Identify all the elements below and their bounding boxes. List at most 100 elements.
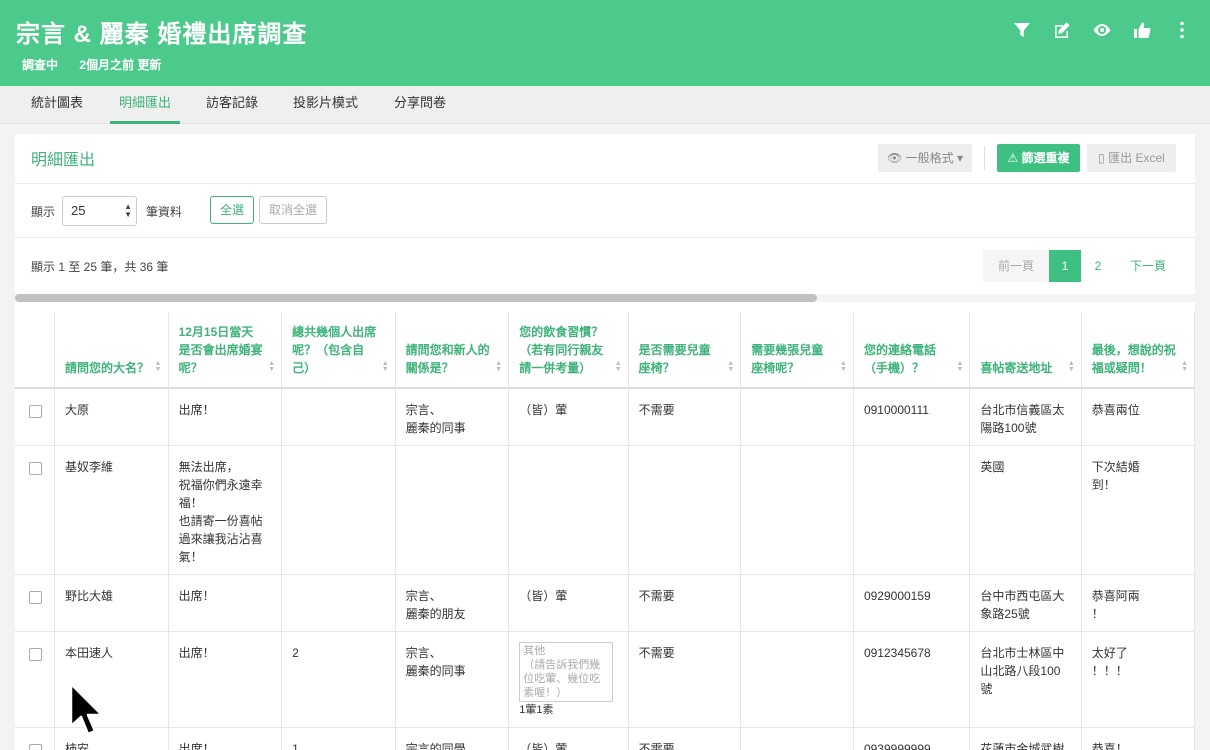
table-cell	[740, 388, 854, 446]
column-header[interactable]: 最後，想說的祝福或疑問！ ▲ ▼	[1081, 312, 1195, 389]
row-checkbox[interactable]	[29, 461, 42, 475]
tab-visitor-log[interactable]: 訪客記錄	[206, 86, 258, 124]
page-size-value: 25	[71, 203, 86, 218]
next-page-button[interactable]: 下一頁	[1115, 250, 1181, 282]
cell-text: 宗言、 麗秦的同事	[405, 403, 466, 435]
cell-text: 柿安	[65, 741, 90, 750]
tab-detail-export[interactable]: 明細匯出	[110, 86, 181, 124]
select-arrows-icon: ▲ ▼	[124, 202, 132, 219]
column-header[interactable]: 總共幾個人出席呢？（包含自己） ▲ ▼	[281, 312, 396, 389]
column-header[interactable]: 是否需要兒童座椅？ ▲ ▼	[628, 312, 742, 389]
table-cell	[628, 445, 742, 575]
table-cell: 出席！	[168, 727, 283, 750]
tab-slideshow[interactable]: 投影片模式	[293, 86, 358, 124]
table-cell: （皆）葷	[508, 388, 629, 446]
cell-text: 出席！	[178, 588, 215, 603]
cell-text: 不需要	[638, 403, 675, 417]
table-header-row: 請問您的大名？ ▲ ▼ 12月15日當天是否會出席婚宴呢？ ▲ ▼ 總共幾個人出席呢？（…	[15, 312, 1195, 389]
table-cell: 0939999999	[853, 727, 971, 750]
column-header[interactable]: 請問您的大名？ ▲ ▼	[54, 312, 169, 389]
cell-text: 花蓮市金城武樹	[980, 741, 1065, 750]
edit-icon[interactable]	[1052, 18, 1072, 42]
table-cell: （皆）葷	[508, 574, 629, 632]
scrollbar-thumb[interactable]	[15, 294, 817, 302]
column-header-label: 總共幾個人出席呢？（包含自己）	[292, 325, 377, 375]
responses-table-wrap: 請問您的大名？ ▲ ▼ 12月15日當天是否會出席婚宴呢？ ▲ ▼ 總共幾個人出席呢？（…	[15, 312, 1195, 750]
panel-header: 明細匯出 👁 一般格式 ▾ ⚠ 篩選重複 ▯ 匯出 Excel	[15, 134, 1195, 184]
table-cell	[508, 445, 629, 575]
sort-icon[interactable]: ▲ ▼	[1068, 360, 1075, 373]
sort-icon[interactable]: ▲ ▼	[956, 360, 963, 373]
table-cell: 不需要	[628, 574, 742, 632]
cell-text: 恭喜阿兩 ！	[1091, 588, 1140, 621]
filter-duplicates-label: 篩選重複	[1021, 151, 1070, 165]
cell-text: （皆）葷	[519, 588, 568, 603]
row-checkbox[interactable]	[29, 405, 42, 418]
export-excel-button[interactable]: ▯ 匯出 Excel	[1087, 144, 1176, 172]
column-header[interactable]: 您的飲食習慣？（若有同行親友請一併考量） ▲ ▼	[508, 312, 629, 389]
table-row: 野比大雄 出席！ 宗言、 麗秦的朋友 （皆）葷 不需要 0929000159 台中市西屯區大…	[15, 574, 1195, 632]
page-size-select[interactable]: 25 ▲ ▼	[62, 196, 137, 226]
sort-icon[interactable]: ▲ ▼	[727, 360, 734, 373]
cell-text: 下次結婚 到！	[1091, 459, 1140, 492]
survey-title: 宗言 & 麗秦 婚禮出席調查	[16, 21, 308, 48]
table-cell: 出席！	[168, 574, 283, 632]
column-header-label: 需要幾張兒童座椅呢？	[751, 343, 824, 375]
cell-text: 出席！	[178, 403, 215, 417]
table-row: 本田速人 出席！ 2 宗言、 麗秦的同事 其他 （請告訴我們幾位吃葷、幾位吃素喔！） 1葷…	[15, 631, 1195, 728]
table-cell: 大原	[54, 388, 169, 446]
column-header-label: 您的連絡電話（手機）？	[863, 343, 936, 375]
eye-icon[interactable]	[1092, 18, 1112, 42]
table-cell	[740, 631, 854, 728]
column-header[interactable]: 請問您和新人的關係是？ ▲ ▼	[395, 312, 510, 389]
sort-icon[interactable]: ▲ ▼	[382, 360, 389, 373]
page-1-button[interactable]: 1	[1049, 250, 1081, 282]
select-all-button[interactable]: 全選	[210, 196, 254, 224]
tab-share[interactable]: 分享問卷	[394, 86, 446, 124]
more-icon[interactable]	[1172, 18, 1192, 42]
table-cell: 花蓮市金城武樹	[969, 727, 1082, 750]
table-cell: 下次結婚 到！	[1081, 445, 1195, 575]
table-cell: 台中市西屯區大象路25號	[969, 574, 1082, 632]
sort-icon[interactable]: ▲ ▼	[615, 360, 622, 373]
page-2-button[interactable]: 2	[1081, 250, 1115, 282]
cell-text: 台北市士林區中山北路八段100號	[980, 645, 1065, 696]
format-dropdown[interactable]: 👁 一般格式 ▾	[878, 144, 972, 172]
table-cell: 出席！	[168, 388, 283, 446]
table-cell: 恭喜阿兩 ！	[1081, 574, 1195, 632]
row-checkbox[interactable]	[29, 647, 42, 661]
table-cell: 英國	[969, 445, 1082, 575]
column-header[interactable]: 喜帖寄送地址 ▲ ▼	[969, 312, 1082, 389]
thumbs-up-icon[interactable]	[1132, 18, 1152, 42]
sort-icon[interactable]: ▲ ▼	[1181, 360, 1188, 373]
column-header[interactable]: 需要幾張兒童座椅呢？ ▲ ▼	[740, 312, 854, 389]
table-row: 基奴李維 無法出席， 祝福你們永遠幸福！ 也請寄一份喜帖過來讓我沾沾喜氣！ 英國 下次…	[15, 445, 1195, 575]
filter-duplicates-button[interactable]: ⚠ 篩選重複	[997, 144, 1080, 172]
table-cell	[281, 574, 396, 632]
sort-icon[interactable]: ▲ ▼	[840, 360, 847, 373]
cell-text: 大原	[65, 403, 90, 417]
table-cell: 基奴李維	[54, 445, 169, 575]
horizontal-scrollbar[interactable]	[15, 294, 1195, 302]
warning-icon: ⚠	[1007, 151, 1019, 165]
cell-text: 2	[292, 645, 299, 660]
column-header[interactable]: 您的連絡電話（手機）？ ▲ ▼	[853, 312, 971, 389]
tab-statistics[interactable]: 統計圖表	[31, 86, 83, 124]
row-checkbox[interactable]	[29, 743, 42, 750]
prev-page-button[interactable]: 前一頁	[983, 250, 1049, 282]
column-header[interactable]: 12月15日當天是否會出席婚宴呢？ ▲ ▼	[168, 312, 283, 389]
eye-icon: 👁	[887, 151, 903, 165]
sort-icon[interactable]: ▲ ▼	[155, 360, 162, 373]
table-row: 柿安 出席！ 1 宗言的同學 （皆）葷 不需要 0939999999 花蓮市金城武樹 恭喜！	[15, 727, 1195, 750]
deselect-all-button[interactable]: 取消全選	[259, 196, 327, 224]
cell-text: 台中市西屯區大象路25號	[980, 588, 1065, 621]
table-cell: 宗言、 麗秦的同事	[395, 631, 510, 728]
sort-icon[interactable]: ▲ ▼	[268, 360, 275, 373]
filter-icon[interactable]	[1012, 18, 1032, 42]
export-excel-label: 匯出 Excel	[1108, 151, 1165, 165]
row-checkbox[interactable]	[29, 590, 42, 604]
table-cell: （皆）葷	[508, 727, 629, 750]
sort-icon[interactable]: ▲ ▼	[495, 360, 502, 373]
column-header-label: 是否需要兒童座椅？	[638, 343, 711, 375]
mouse-cursor-icon	[69, 682, 104, 736]
